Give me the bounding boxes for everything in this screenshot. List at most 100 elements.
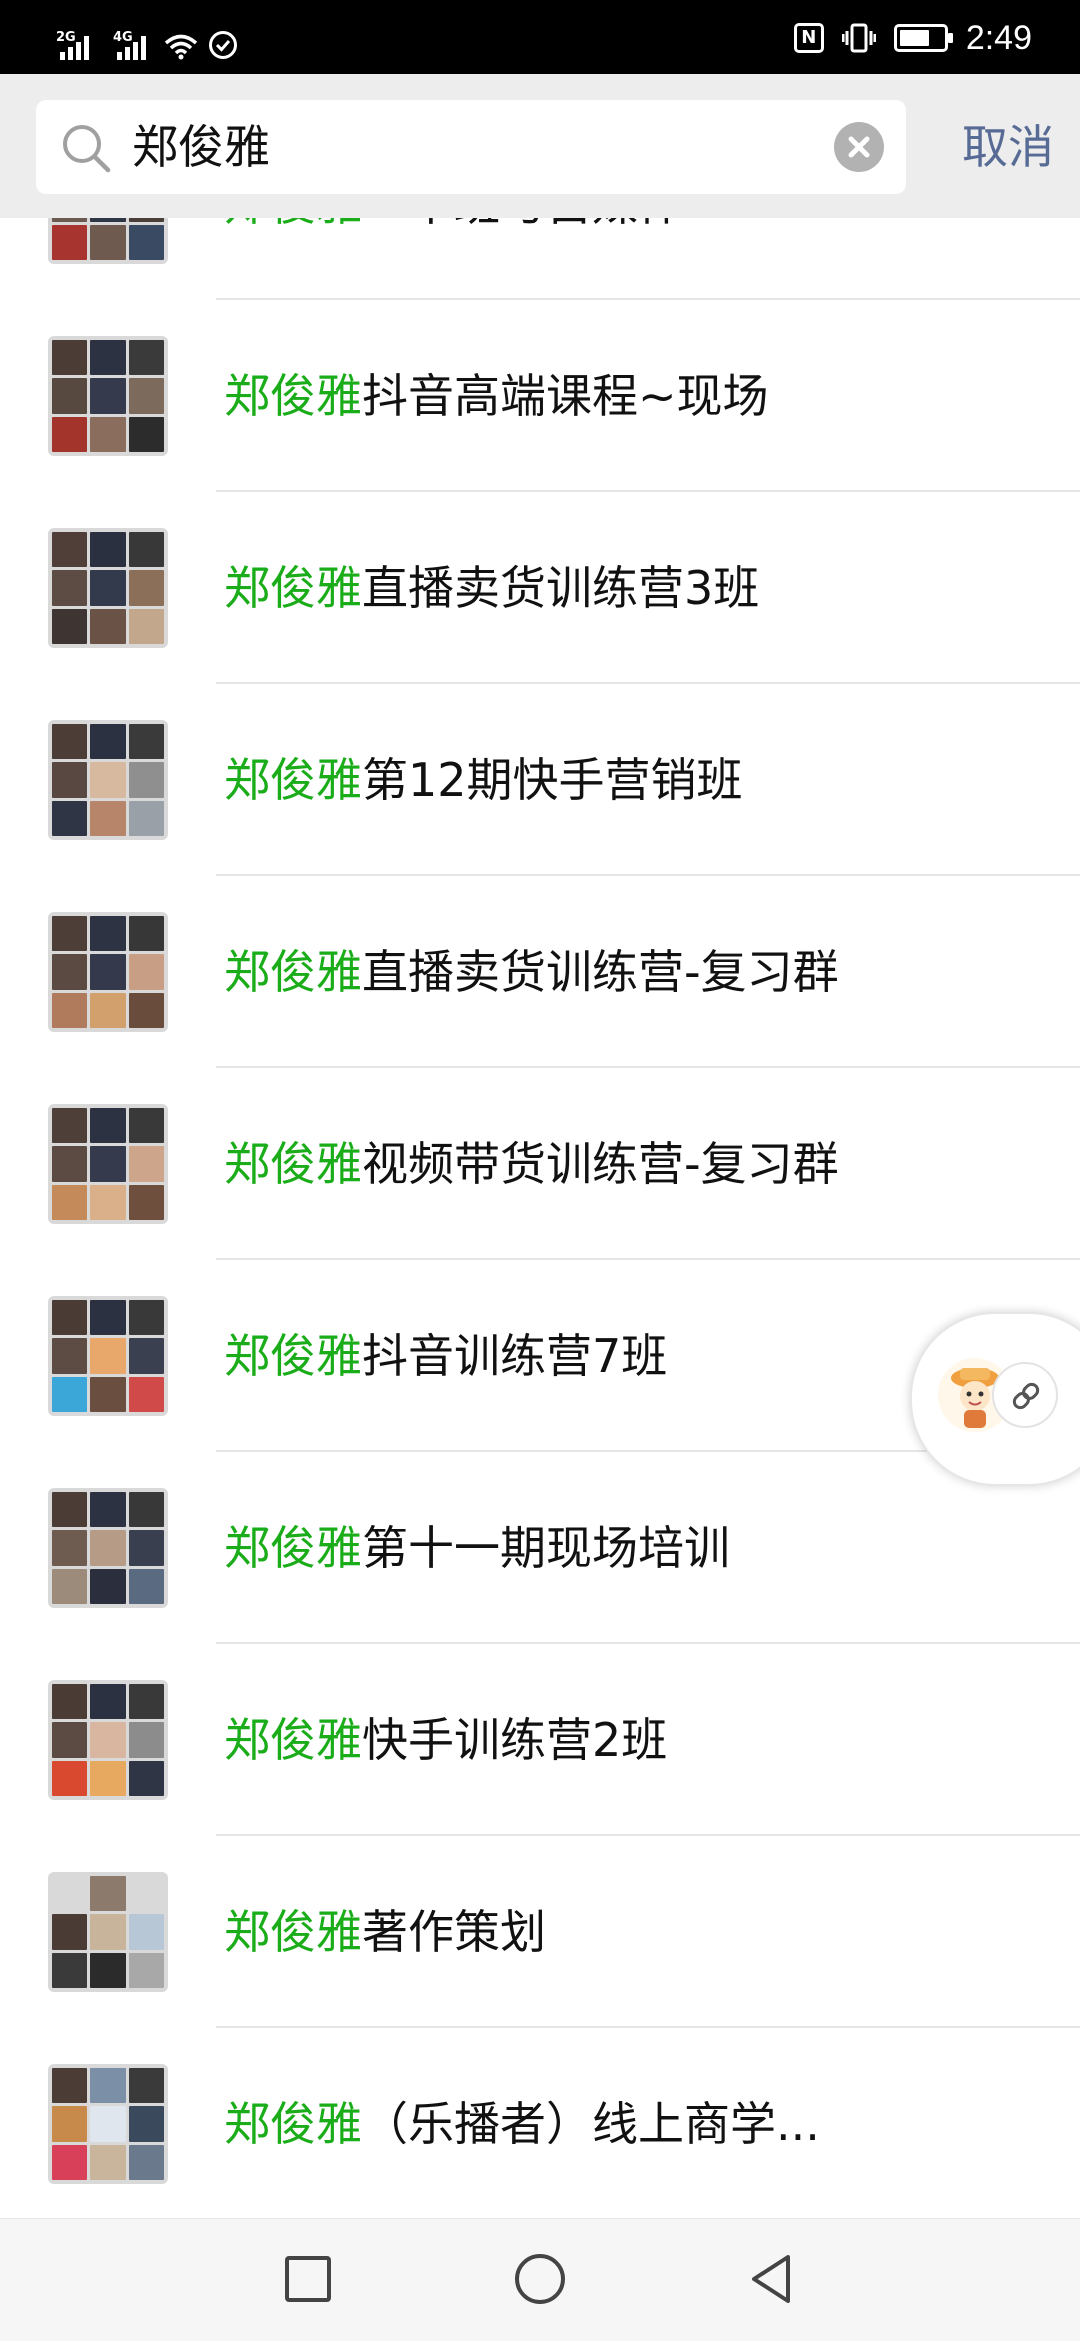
avatar-tile [52,1568,88,1604]
avatar-tile [90,2068,126,2104]
avatar-tile [52,1722,88,1758]
group-avatar [48,1104,168,1224]
avatar-tile [90,800,126,836]
avatar-tile [128,1338,164,1374]
group-avatar [48,218,168,264]
highlight-text: 郑俊雅 [224,561,362,615]
result-name-rest: 一中班与自媒体 [362,218,684,231]
result-row[interactable]: 郑俊雅第12期快手营销班 [0,684,1080,876]
search-box[interactable]: 郑俊雅 [36,100,906,194]
avatar-tile [52,1492,88,1528]
avatar-tile [52,570,88,606]
result-title: 郑俊雅直播卖货训练营-复习群 [224,938,924,1006]
avatar-tile [52,1914,88,1950]
avatar-tile [90,608,126,644]
avatar-tile [128,1952,164,1988]
avatar-tile [128,1914,164,1950]
result-title: 郑俊雅视频带货训练营-复习群 [224,1130,924,1198]
cancel-button[interactable]: 取消 [962,114,1054,180]
circle-icon[interactable] [510,2249,570,2309]
result-row[interactable]: 郑俊雅视频带货训练营-复习群 [0,1068,1080,1260]
avatar-tile [90,724,126,760]
avatar-tile [90,1108,126,1144]
highlight-text: 郑俊雅 [224,1521,362,1575]
link-icon[interactable] [992,1362,1058,1428]
avatar-tile [90,340,126,376]
network-type-sim1: 2G [56,30,76,45]
avatar-tile [128,1146,164,1182]
avatar-tile [128,2068,164,2104]
avatar-tile [128,1184,164,1220]
check-circle-icon [208,30,238,60]
result-row[interactable]: 郑俊雅快手训练营2班 [0,1644,1080,1836]
result-row[interactable]: 郑俊雅抖音高端课程~现场 [0,300,1080,492]
group-avatar [48,528,168,648]
avatar-tile [52,532,88,568]
avatar-tile [128,762,164,798]
avatar-tile [128,608,164,644]
avatar-tile [90,218,126,222]
avatar-tile [128,1760,164,1796]
result-row[interactable]: 郑俊雅著作策划 [0,1836,1080,2028]
result-row[interactable]: 郑俊雅（乐播者）线上商学... [0,2028,1080,2218]
avatar-tile [90,1876,126,1912]
group-avatar [48,2064,168,2184]
avatar-tile [52,1300,88,1336]
search-header: 郑俊雅 取消 [0,74,1080,218]
avatar-tile [128,218,164,222]
result-row[interactable]: 郑俊雅一中班与自媒体 [0,218,1080,300]
avatar-tile [128,1376,164,1412]
highlight-text: 郑俊雅 [224,369,362,423]
result-title: 郑俊雅直播卖货训练营3班 [224,554,924,622]
search-results-list: 郑俊雅一中班与自媒体郑俊雅抖音高端课程~现场郑俊雅直播卖货训练营3班郑俊雅第12… [0,218,1080,2218]
search-input[interactable]: 郑俊雅 [132,114,832,180]
result-row[interactable]: 郑俊雅直播卖货训练营3班 [0,492,1080,684]
avatar-tile [52,724,88,760]
result-name-rest: 抖音高端课程~现场 [362,369,769,423]
group-avatar [48,912,168,1032]
avatar-tile [90,2106,126,2142]
avatar-tile [90,1684,126,1720]
avatar-tile [90,1146,126,1182]
avatar-tile [90,1722,126,1758]
clock: 2:49 [965,18,1032,57]
signal-icon-sim1: 2G [56,30,89,60]
avatar-tile [52,1760,88,1796]
avatar-tile [128,724,164,760]
avatar-tile [128,1108,164,1144]
avatar-tile [52,992,88,1028]
group-avatar [48,336,168,456]
avatar-tile [128,570,164,606]
result-name-rest: （乐播者）线上商学... [362,2097,820,2151]
avatar-tile [52,608,88,644]
triangle-back-icon[interactable] [742,2249,802,2309]
avatar-tile [128,916,164,952]
avatar-tile [52,1530,88,1566]
navigation-bar [0,2218,1080,2341]
result-row[interactable]: 郑俊雅第十一期现场培训 [0,1452,1080,1644]
result-title: 郑俊雅第12期快手营销班 [224,746,924,814]
avatar-tile [52,1684,88,1720]
avatar-tile [90,378,126,414]
avatar-tile [52,340,88,376]
avatar-tile [90,1492,126,1528]
vibrate-icon [841,22,877,54]
avatar-tile [128,224,164,260]
result-row[interactable]: 郑俊雅直播卖货训练营-复习群 [0,876,1080,1068]
avatar-tile [52,1376,88,1412]
avatar-tile [90,762,126,798]
square-icon[interactable] [278,2249,338,2309]
avatar-tile [90,224,126,260]
avatar-tile [52,218,88,222]
avatar-tile [52,2144,88,2180]
avatar-tile [52,1876,88,1912]
avatar-tile [128,340,164,376]
clear-icon[interactable] [834,122,884,172]
avatar-tile [128,1568,164,1604]
result-title: 郑俊雅快手训练营2班 [224,1706,924,1774]
result-name-rest: 直播卖货训练营3班 [362,561,760,615]
floating-window-bubble[interactable] [910,1312,1080,1486]
highlight-text: 郑俊雅 [224,218,362,231]
avatar-tile [90,1952,126,1988]
highlight-text: 郑俊雅 [224,1905,362,1959]
